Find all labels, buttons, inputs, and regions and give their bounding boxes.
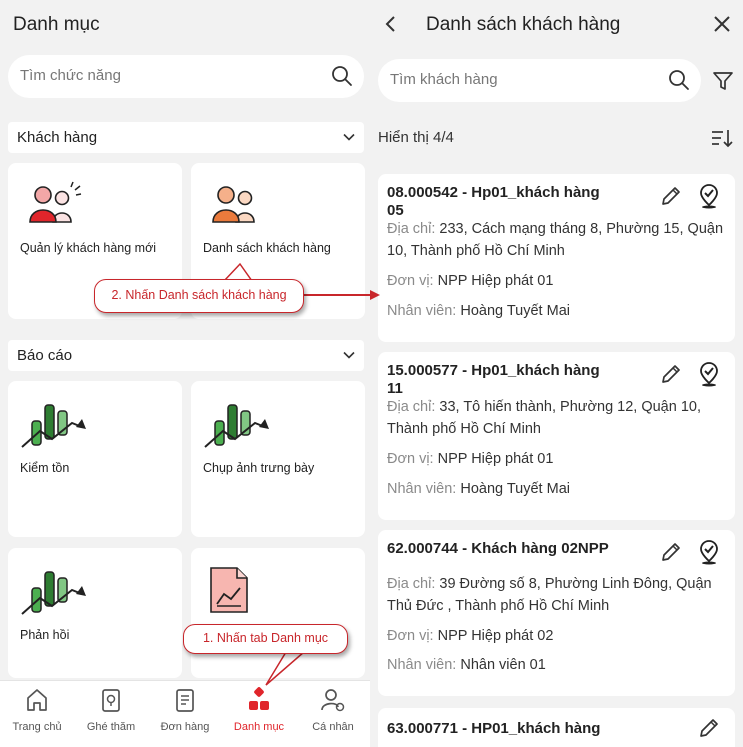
tile-feedback[interactable]: Phản hồi: [8, 548, 182, 678]
customer-card[interactable]: 15.000577 - Hp01_khách hàng 11 Địa chỉ: …: [378, 352, 735, 520]
edit-pencil-icon[interactable]: [659, 540, 683, 569]
search-placeholder: Tìm khách hàng: [390, 71, 498, 88]
customer-unit: Đơn vị: NPP Hiệp phát 01: [387, 451, 554, 467]
bottom-navigation: Trang chủ Ghé thăm Đơn hàng Danh mục Cá …: [0, 680, 370, 747]
tile-report[interactable]: [191, 548, 365, 678]
section-header-reports[interactable]: Báo cáo: [8, 340, 364, 371]
edit-pencil-icon[interactable]: [659, 184, 683, 213]
customer-card[interactable]: 08.000542 - Hp01_khách hàng 05 Địa chỉ: …: [378, 174, 735, 342]
search-icon[interactable]: [330, 64, 354, 93]
customer-staff: Nhân viên: Hoàng Tuyết Mai: [387, 303, 570, 319]
tile-label: Kiểm tồn: [20, 461, 70, 475]
nav-label: Đơn hàng: [160, 721, 210, 733]
visit-icon: [74, 687, 148, 713]
section-title: Báo cáo: [17, 347, 73, 364]
customer-card[interactable]: 62.000744 - Khách hàng 02NPP Địa chỉ: 39…: [378, 530, 735, 696]
tile-label: Chụp ảnh trưng bày: [203, 461, 315, 475]
customer-list-screen: Danh sách khách hàng Tìm khách hàng Hiển…: [370, 0, 743, 747]
tile-inventory-check[interactable]: Kiểm tồn: [8, 381, 182, 537]
customer-search-input[interactable]: Tìm khách hàng: [378, 59, 701, 102]
customer-address: Địa chỉ: 33, Tô hiến thành, Phường 12, Q…: [387, 399, 701, 437]
customer-unit: Đơn vị: NPP Hiệp phát 01: [387, 273, 554, 289]
filter-icon[interactable]: [712, 70, 734, 97]
chart-icon: [18, 562, 88, 623]
nav-label: Trang chủ: [12, 721, 62, 733]
back-arrow-icon[interactable]: [384, 14, 398, 39]
nav-tab-visit[interactable]: Ghé thăm: [74, 687, 148, 733]
customer-address: Địa chỉ: 233, Cách mạng tháng 8, Phường …: [387, 221, 724, 259]
edit-pencil-icon[interactable]: [697, 716, 721, 745]
tile-display-photo[interactable]: Chụp ảnh trưng bày: [191, 381, 365, 537]
chart-icon: [18, 395, 88, 456]
customer-staff: Nhân viên: Hoàng Tuyết Mai: [387, 481, 570, 497]
customer-staff: Nhân viên: Nhân viên 01: [387, 657, 546, 673]
nav-tab-orders[interactable]: Đơn hàng: [148, 687, 222, 733]
nav-tab-category[interactable]: Danh mục: [222, 687, 296, 733]
nav-label: Danh mục: [233, 721, 285, 733]
page-title: Danh sách khách hàng: [426, 14, 621, 35]
location-check-icon[interactable]: [697, 361, 721, 392]
edit-pencil-icon[interactable]: [659, 362, 683, 391]
customer-name: 63.000771 - HP01_khách hàng: [387, 720, 601, 737]
users-icon: [201, 179, 269, 232]
users-alert-icon: [18, 179, 86, 232]
customer-unit: Đơn vị: NPP Hiệp phát 02: [387, 628, 554, 644]
callout-step-2: 2. Nhấn Danh sách khách hàng: [94, 279, 304, 313]
home-icon: [0, 687, 74, 713]
function-search-input[interactable]: Tìm chức năng: [8, 55, 364, 98]
close-icon[interactable]: [713, 15, 731, 38]
customer-name: 15.000577 - Hp01_khách hàng 11: [387, 362, 600, 397]
nav-label: Ghé thăm: [86, 721, 136, 733]
sort-icon[interactable]: [710, 127, 734, 154]
customer-card[interactable]: 63.000771 - HP01_khách hàng: [378, 708, 735, 747]
customer-name: 08.000542 - Hp01_khách hàng 05: [387, 184, 600, 219]
profile-icon: [296, 687, 370, 713]
page-title: Danh mục: [13, 14, 100, 35]
location-check-icon[interactable]: [697, 539, 721, 570]
nav-tab-home[interactable]: Trang chủ: [0, 687, 74, 733]
grid-icon: [222, 687, 296, 713]
tile-label: Quản lý khách hàng mới: [20, 241, 157, 255]
chevron-down-icon[interactable]: [342, 130, 356, 149]
section-title: Khách hàng: [17, 129, 98, 146]
customer-name: 62.000744 - Khách hàng 02NPP: [387, 540, 609, 557]
top-bar: Danh sách khách hàng: [370, 0, 743, 52]
section-header-customers[interactable]: Khách hàng: [8, 122, 364, 153]
callout-step-1: 1. Nhấn tab Danh mục: [183, 624, 348, 654]
report-document-icon: [207, 564, 251, 621]
customer-address: Địa chỉ: 39 Đường số 8, Phường Linh Đông…: [387, 576, 712, 614]
nav-tab-profile[interactable]: Cá nhân: [296, 687, 370, 733]
tile-label: Danh sách khách hàng: [203, 241, 331, 255]
search-placeholder: Tìm chức năng: [20, 67, 121, 84]
nav-label: Cá nhân: [312, 721, 354, 733]
location-check-icon[interactable]: [697, 183, 721, 214]
chevron-down-icon[interactable]: [342, 348, 356, 367]
chart-icon: [201, 395, 271, 456]
result-count: Hiển thị 4/4: [378, 129, 454, 146]
tile-label: Phản hồi: [20, 628, 70, 642]
order-icon: [148, 687, 222, 713]
search-icon[interactable]: [667, 68, 691, 97]
